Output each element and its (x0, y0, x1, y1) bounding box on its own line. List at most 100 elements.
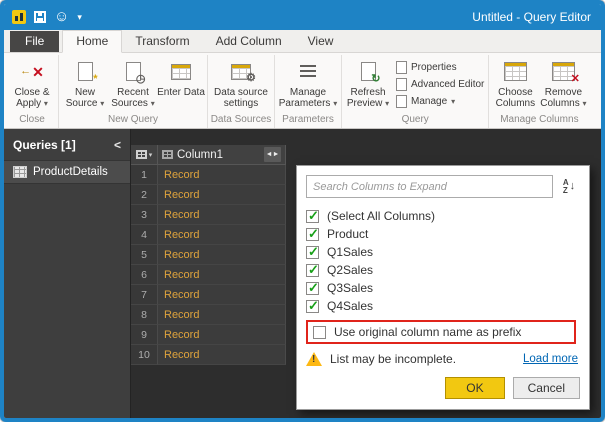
option-label: Q2Sales (327, 263, 374, 277)
option-label: Q1Sales (327, 245, 374, 259)
recent-sources-button[interactable]: ◷ Recent Sources ▾ (109, 55, 157, 113)
tab-file[interactable]: File (10, 31, 60, 52)
row-number[interactable]: 6 (131, 265, 158, 285)
new-source-button[interactable]: * New Source ▾ (61, 55, 109, 113)
manage-parameters-button[interactable]: Manage Parameters ▾ (277, 55, 339, 113)
record-cell[interactable]: Record (158, 265, 286, 285)
quick-access-toolbar: ☺ ▾ (12, 9, 82, 25)
option-q3sales[interactable]: Q3Sales (306, 279, 580, 297)
checkbox-checked-icon[interactable] (306, 208, 319, 224)
tab-view[interactable]: View (295, 31, 347, 52)
prefix-checkbox-label[interactable]: Use original column name as prefix (334, 325, 521, 339)
row-number[interactable]: 8 (131, 305, 158, 325)
caret-down-icon: ▾ (148, 151, 153, 159)
option-product[interactable]: Product (306, 225, 580, 243)
caret-down-icon: ▾ (43, 99, 48, 108)
data-source-settings-button[interactable]: ⚙ Data source settings (210, 55, 272, 113)
record-cell[interactable]: Record (158, 285, 286, 305)
column-type-icon (162, 150, 173, 159)
record-cell[interactable]: Record (158, 345, 286, 365)
enter-data-button[interactable]: Enter Data (157, 55, 205, 113)
row-number[interactable]: 7 (131, 285, 158, 305)
checkbox-checked-icon[interactable] (306, 226, 319, 242)
record-cell[interactable]: Record (158, 225, 286, 245)
record-cell[interactable]: Record (158, 185, 286, 205)
powerbi-logo-icon[interactable] (12, 10, 26, 24)
column-header-column1[interactable]: Column1 ◄► (158, 145, 286, 165)
load-more-link[interactable]: Load more (523, 353, 578, 365)
table-icon (135, 150, 147, 159)
toolbar-caret-icon[interactable]: ▾ (77, 9, 82, 25)
refresh-preview-icon: ↻ (360, 59, 381, 85)
option-q2sales[interactable]: Q2Sales (306, 261, 580, 279)
sort-az-button[interactable]: AZ ↓ (558, 176, 580, 198)
row-number[interactable]: 10 (131, 345, 158, 365)
tab-home[interactable]: Home (62, 30, 123, 53)
advanced-editor-icon (396, 78, 407, 91)
enter-data-icon (171, 59, 191, 84)
expand-column-button[interactable]: ◄► (264, 147, 281, 162)
column-option-list: (Select All Columns) Product Q1Sales Q2S… (306, 207, 580, 315)
properties-icon (396, 61, 407, 74)
data-source-settings-icon: ⚙ (231, 59, 256, 84)
manage-button[interactable]: Manage ▾ (396, 95, 484, 108)
refresh-preview-button[interactable]: ↻ Refresh Preview ▾ (344, 55, 392, 113)
ribbon-group-parameters: Manage Parameters ▾ Parameters (275, 55, 342, 128)
group-label-parameters: Parameters (282, 114, 334, 125)
feedback-smiley-icon[interactable]: ☺ (54, 9, 69, 25)
prefix-checkbox[interactable] (313, 325, 326, 339)
option-q4sales[interactable]: Q4Sales (306, 297, 580, 315)
sort-arrow-icon: ↓ (569, 180, 576, 192)
option-label: Q4Sales (327, 299, 374, 313)
collapse-pane-icon[interactable]: < (114, 138, 121, 152)
advanced-editor-button[interactable]: Advanced Editor (396, 78, 484, 91)
group-label-close: Close (19, 114, 45, 125)
ribbon: ← ✕ Close & Apply ▾ Close * New Source ▾ … (4, 53, 601, 129)
row-number[interactable]: 9 (131, 325, 158, 345)
choose-columns-button[interactable]: Choose Columns (491, 55, 539, 113)
search-columns-input[interactable] (306, 175, 553, 198)
group-label-manage-columns: Manage Columns (500, 114, 579, 125)
ribbon-group-data-sources: ⚙ Data source settings Data Sources (208, 55, 275, 128)
new-source-icon: * (77, 59, 98, 85)
query-editor-window: ☺ ▾ Untitled - Query Editor File Home Tr… (0, 0, 605, 422)
checkbox-checked-icon[interactable] (306, 262, 319, 278)
row-number[interactable]: 1 (131, 165, 158, 185)
cancel-button[interactable]: Cancel (512, 377, 580, 399)
record-cell[interactable]: Record (158, 205, 286, 225)
tab-add-column[interactable]: Add Column (203, 31, 295, 52)
record-cell[interactable]: Record (158, 305, 286, 325)
caret-down-icon: ▾ (100, 99, 105, 108)
query-name: ProductDetails (33, 166, 108, 178)
properties-button[interactable]: Properties (396, 61, 484, 74)
window-title: Untitled - Query Editor (472, 10, 591, 24)
save-icon[interactable] (34, 11, 46, 23)
row-number[interactable]: 4 (131, 225, 158, 245)
row-number[interactable]: 2 (131, 185, 158, 205)
option-select-all-columns[interactable]: (Select All Columns) (306, 207, 580, 225)
group-label-data-sources: Data Sources (210, 114, 272, 125)
caret-down-icon: ▾ (150, 99, 155, 108)
remove-columns-button[interactable]: ✕ Remove Columns ▾ (539, 55, 587, 113)
caret-down-icon: ▾ (451, 96, 456, 106)
ribbon-group-close: ← ✕ Close & Apply ▾ Close (6, 55, 59, 128)
record-cell[interactable]: Record (158, 325, 286, 345)
close-apply-button[interactable]: ← ✕ Close & Apply ▾ (8, 55, 56, 113)
record-cell[interactable]: Record (158, 245, 286, 265)
record-cell[interactable]: Record (158, 165, 286, 185)
sidebar-item-productdetails[interactable]: ProductDetails (4, 160, 130, 184)
checkbox-checked-icon[interactable] (306, 298, 319, 314)
row-number[interactable]: 5 (131, 245, 158, 265)
ribbon-group-new-query: * New Source ▾ ◷ Recent Sources ▾ Enter … (59, 55, 208, 128)
option-q1sales[interactable]: Q1Sales (306, 243, 580, 261)
tab-transform[interactable]: Transform (122, 31, 202, 52)
checkbox-checked-icon[interactable] (306, 244, 319, 260)
column-name: Column1 (177, 148, 224, 161)
checkbox-checked-icon[interactable] (306, 280, 319, 296)
recent-sources-icon: ◷ (125, 59, 146, 85)
manage-parameters-icon (300, 59, 316, 84)
ok-button[interactable]: OK (445, 377, 505, 399)
row-number[interactable]: 3 (131, 205, 158, 225)
select-all-corner-button[interactable]: ▾ (131, 145, 158, 165)
remove-columns-icon: ✕ (551, 59, 580, 85)
